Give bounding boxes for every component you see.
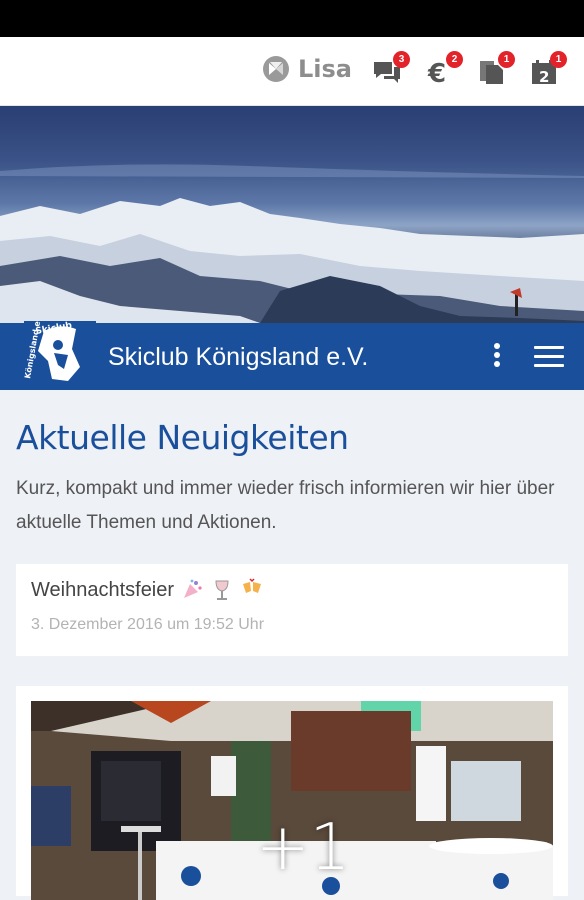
chat-button[interactable]: 3 [372,51,410,87]
svg-text:€: € [427,59,446,87]
hamburger-menu-icon[interactable] [534,346,564,368]
app-logo-icon [263,56,289,82]
club-title: Skiclub Königsland e.V. [108,343,369,371]
main-content: Aktuelle Neuigkeiten Kurz, kompakt und i… [0,418,584,900]
party-popper-icon [184,579,202,598]
user-menu[interactable]: Lisa [262,55,352,83]
header-image-mountains [0,106,584,323]
news-post[interactable]: Weihnachtsfeier 3. Dezember 2016 um 19:5… [16,564,568,656]
wine-glass-icon [215,580,229,600]
calendar-badge: 1 [550,51,567,68]
club-logo[interactable]: Skiclub Königsland e.V. [24,321,96,387]
euro-badge: 2 [446,51,463,68]
photo-card[interactable]: +1 [16,686,568,900]
intro-text: Kurz, kompakt und immer wieder frisch in… [16,478,555,533]
post-date: 3. Dezember 2016 um 19:52 Uhr [31,616,265,633]
club-header: Skiclub Königsland e.V. Skiclub Königsla… [0,321,584,390]
calendar-day: 2 [539,68,549,86]
documents-badge: 1 [498,51,515,68]
top-bar: Lisa 3 € 2 1 2 1 [0,37,584,106]
christmas-party-photo[interactable]: +1 [31,701,553,900]
status-bar [0,0,584,37]
documents-button[interactable]: 1 [477,51,515,87]
toast-drinks-icon [243,578,262,593]
post-title-row: Weihnachtsfeier [31,578,552,602]
page-title: Aktuelle Neuigkeiten [16,418,349,457]
more-options-icon[interactable] [490,343,504,373]
chat-badge: 3 [393,51,410,68]
mountain-panorama [0,164,584,323]
payments-button[interactable]: € 2 [425,51,463,89]
calendar-button[interactable]: 2 1 [529,51,567,87]
more-photos-count: +1 [256,811,351,885]
user-name: Lisa [298,55,352,83]
post-title: Weihnachtsfeier [31,578,175,601]
